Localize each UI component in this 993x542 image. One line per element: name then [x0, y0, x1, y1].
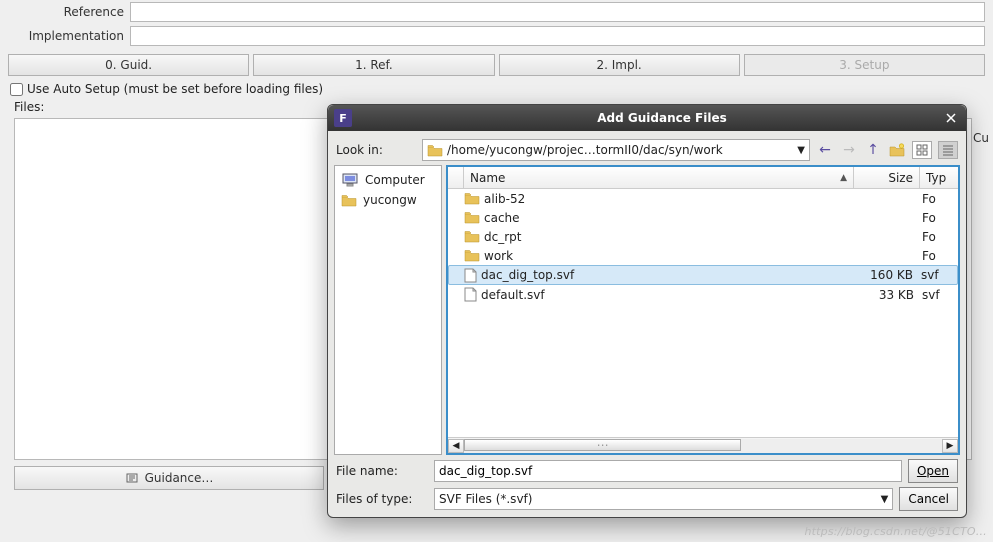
horizontal-scrollbar[interactable]: ◀ ⋯ ▶ [448, 437, 958, 453]
place-home[interactable]: yucongw [337, 190, 439, 210]
file-name: cache [484, 211, 520, 225]
implementation-input[interactable] [130, 26, 985, 46]
reference-input[interactable] [130, 2, 985, 22]
files-of-type-select[interactable]: SVF Files (*.svf) ▼ [434, 488, 893, 510]
implementation-label: Implementation [8, 29, 130, 43]
file-row[interactable]: work Fo [448, 246, 958, 265]
close-icon[interactable] [942, 109, 960, 127]
folder-icon [341, 194, 357, 207]
scroll-right-icon[interactable]: ▶ [942, 439, 958, 453]
file-type: Fo [920, 192, 958, 206]
files-of-type-label: Files of type: [336, 492, 428, 506]
guidance-icon [125, 471, 139, 485]
file-name: default.svf [481, 288, 545, 302]
nav-forward-icon: → [840, 141, 858, 159]
nav-back-icon[interactable]: ← [816, 141, 834, 159]
folder-icon [464, 192, 480, 205]
place-label: Computer [365, 173, 425, 187]
watermark: https://blog.csdn.net/@51CTO… [804, 525, 987, 538]
file-row[interactable]: dac_dig_top.svf 160 KBsvf [448, 265, 958, 285]
file-size: 160 KB [853, 268, 919, 282]
look-in-path-select[interactable]: /home/yucongw/projec…tormII0/dac/syn/wor… [422, 139, 810, 161]
file-name-label: File name: [336, 464, 428, 478]
tab-ref[interactable]: 1. Ref. [253, 54, 494, 76]
files-of-type-value: SVF Files (*.svf) [439, 492, 532, 506]
file-type: svf [920, 288, 958, 302]
dialog-title: Add Guidance Files [358, 111, 966, 125]
guidance-button-label: Guidance… [145, 471, 214, 485]
file-row[interactable]: cache Fo [448, 208, 958, 227]
look-in-label: Look in: [336, 143, 416, 157]
chevron-down-icon: ▼ [881, 494, 889, 505]
place-computer[interactable]: Computer [337, 170, 439, 190]
truncated-label: Cu [973, 131, 989, 145]
file-type: svf [919, 268, 957, 282]
chevron-down-icon: ▼ [797, 145, 805, 156]
file-icon [464, 287, 477, 302]
guidance-button[interactable]: Guidance… [14, 466, 324, 490]
file-row[interactable]: alib-52 Fo [448, 189, 958, 208]
auto-setup-checkbox[interactable] [10, 83, 23, 96]
column-type-header[interactable]: Typ [920, 167, 958, 188]
computer-icon [341, 173, 359, 187]
dialog-app-icon: F [334, 109, 352, 127]
file-type: Fo [920, 211, 958, 225]
scroll-thumb[interactable]: ⋯ [464, 439, 741, 451]
file-name: dc_rpt [484, 230, 521, 244]
file-name: dac_dig_top.svf [481, 268, 574, 282]
folder-icon [427, 144, 443, 157]
file-name: work [484, 249, 513, 263]
tab-impl[interactable]: 2. Impl. [499, 54, 740, 76]
look-in-path: /home/yucongw/projec…tormII0/dac/syn/wor… [447, 143, 793, 157]
file-list-header: Name ▲ Size Typ [448, 167, 958, 189]
tab-guid[interactable]: 0. Guid. [8, 54, 249, 76]
new-folder-icon[interactable] [888, 141, 906, 159]
folder-icon [464, 211, 480, 224]
folder-icon [464, 249, 480, 262]
file-type: Fo [920, 230, 958, 244]
sort-asc-icon: ▲ [840, 173, 847, 183]
file-name: alib-52 [484, 192, 525, 206]
tabs-row: 0. Guid. 1. Ref. 2. Impl. 3. Setup [0, 48, 993, 80]
add-guidance-files-dialog: F Add Guidance Files Look in: /home/yuco… [327, 104, 967, 518]
nav-up-icon[interactable]: ↑ [864, 141, 882, 159]
file-list-pane: Name ▲ Size Typ alib-52 Fo cache Fo dc_rpt Fo… [446, 165, 960, 455]
scroll-left-icon[interactable]: ◀ [448, 439, 464, 453]
file-size: 33 KB [854, 288, 920, 302]
auto-setup-label: Use Auto Setup (must be set before loadi… [27, 82, 323, 96]
file-name-input[interactable] [434, 460, 902, 482]
file-icon [464, 268, 477, 283]
folder-icon [464, 230, 480, 243]
open-button[interactable]: Open [908, 459, 958, 483]
reference-label: Reference [8, 5, 130, 19]
file-type: Fo [920, 249, 958, 263]
tab-setup: 3. Setup [744, 54, 985, 76]
file-row[interactable]: default.svf 33 KBsvf [448, 285, 958, 304]
cancel-button[interactable]: Cancel [899, 487, 958, 511]
places-sidebar: Computer yucongw [334, 165, 442, 455]
view-details-button[interactable] [938, 141, 958, 159]
file-row[interactable]: dc_rpt Fo [448, 227, 958, 246]
dialog-titlebar[interactable]: F Add Guidance Files [328, 105, 966, 131]
column-name-header[interactable]: Name ▲ [464, 167, 854, 188]
column-size-header[interactable]: Size [854, 167, 920, 188]
view-icons-button[interactable] [912, 141, 932, 159]
place-label: yucongw [363, 193, 417, 207]
